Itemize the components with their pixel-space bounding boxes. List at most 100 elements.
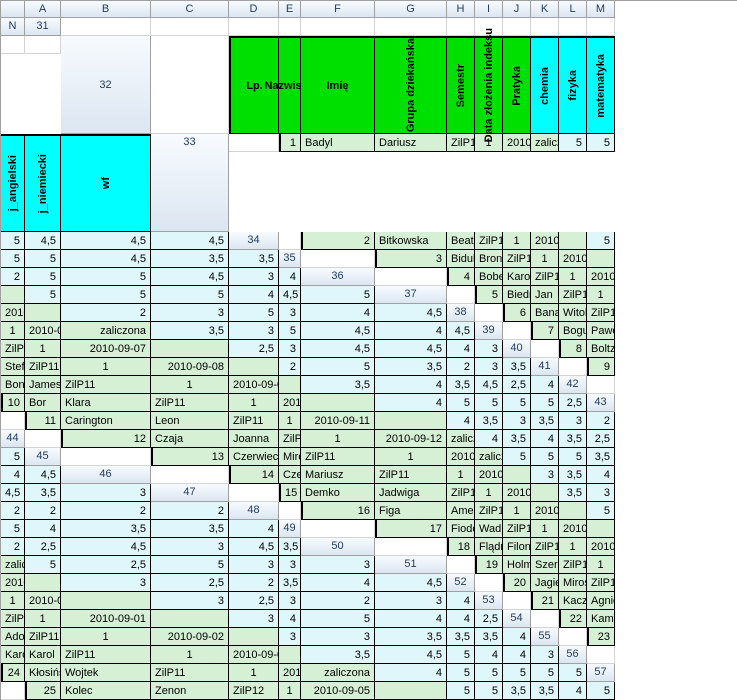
cell-jniem[interactable]: 3: [475, 358, 503, 376]
cell-jniem[interactable]: 3,5: [475, 628, 503, 646]
cell-fizyka[interactable]: 4,5: [375, 646, 447, 664]
row-header-45[interactable]: 45: [25, 448, 61, 466]
row-header-36[interactable]: 36: [301, 268, 375, 286]
cell-fizyka[interactable]: 3: [301, 628, 375, 646]
cell-lp[interactable]: 17: [375, 520, 447, 538]
cell-lp[interactable]: 7: [531, 322, 559, 340]
header-imie[interactable]: Imię: [301, 36, 375, 134]
cell-grupa[interactable]: ZilP11: [475, 232, 503, 250]
cell-data[interactable]: 2010-09-04: [587, 268, 615, 286]
cell-jniem[interactable]: 5: [531, 664, 559, 682]
cell-pratyka[interactable]: [503, 466, 531, 484]
cell-semestr[interactable]: 1: [1, 322, 25, 340]
cell-imie[interactable]: Zenon: [151, 682, 229, 700]
cell-lp[interactable]: 1: [279, 134, 301, 152]
cell-matematyka[interactable]: 3: [279, 592, 301, 610]
cell-imie[interactable]: Witold: [559, 304, 587, 322]
row-header-53[interactable]: 53: [475, 592, 503, 610]
cell-wf[interactable]: 4,5: [447, 322, 475, 340]
cell-imie[interactable]: Dariusz: [375, 134, 447, 152]
cell-matematyka[interactable]: 4: [25, 520, 61, 538]
cell-lp[interactable]: 16: [301, 502, 375, 520]
header-pratyka[interactable]: Pratyka: [503, 36, 531, 134]
cell-imie[interactable]: Jadwiga: [375, 484, 447, 502]
cell-matematyka[interactable]: 3: [503, 412, 531, 430]
row-header-38[interactable]: 38: [447, 304, 475, 322]
cell-imie[interactable]: Amelia: [447, 502, 475, 520]
cell[interactable]: [531, 18, 559, 36]
cell-matematyka[interactable]: 5: [279, 322, 301, 340]
cell-jniem[interactable]: 4,5: [61, 232, 151, 250]
cell-grupa[interactable]: ZilP11: [25, 628, 61, 646]
cell-fizyka[interactable]: 3: [587, 484, 615, 502]
cell[interactable]: [1, 412, 25, 430]
cell-jniem[interactable]: 4: [447, 610, 475, 628]
col-header-F[interactable]: F: [301, 1, 375, 18]
cell-nazwisko[interactable]: Carington: [61, 412, 151, 430]
cell-jniem[interactable]: 3,5: [151, 520, 229, 538]
cell-data[interactable]: 2010-09-03: [559, 250, 587, 268]
cell[interactable]: [229, 18, 279, 36]
cell-data[interactable]: 2010-09-09: [229, 376, 279, 394]
cell-nazwisko[interactable]: Bond: [1, 376, 25, 394]
cell-semestr[interactable]: 1: [531, 520, 559, 538]
cell-semestr[interactable]: 1: [475, 484, 503, 502]
cell-jang[interactable]: 4,5: [151, 268, 229, 286]
cell-data[interactable]: 2010-09-17: [559, 520, 587, 538]
cell-jniem[interactable]: 4: [503, 646, 531, 664]
cell-jang[interactable]: 4,5: [61, 250, 151, 268]
cell-data[interactable]: 2010-09-02: [531, 232, 559, 250]
cell-chemia[interactable]: 3: [229, 610, 279, 628]
cell-grupa[interactable]: ZilP11: [503, 250, 531, 268]
header-jniem[interactable]: j_niemiecki: [25, 134, 61, 232]
cell-matematyka[interactable]: 5: [301, 610, 375, 628]
cell[interactable]: [25, 430, 61, 448]
cell-semestr[interactable]: 1: [279, 412, 301, 430]
cell-grupa[interactable]: ZilP11: [587, 574, 615, 592]
cell-matematyka[interactable]: 5: [1, 232, 25, 250]
cell[interactable]: [1, 682, 25, 700]
cell-fizyka[interactable]: 4: [279, 610, 301, 628]
cell-wf[interactable]: 4: [229, 520, 279, 538]
cell-data[interactable]: 2010-09-01: [61, 610, 151, 628]
cell-jniem[interactable]: 4,5: [229, 538, 279, 556]
cell-matematyka[interactable]: 4,5: [61, 538, 151, 556]
cell[interactable]: [447, 286, 475, 304]
cell-wf[interactable]: 3: [301, 556, 375, 574]
cell-pratyka[interactable]: zaliczona: [531, 134, 559, 152]
cell-fizyka[interactable]: 5: [301, 358, 375, 376]
cell-chemia[interactable]: 2,5: [229, 340, 279, 358]
cell[interactable]: [229, 484, 279, 502]
cell-chemia[interactable]: 4: [375, 664, 447, 682]
cell-pratyka[interactable]: [61, 592, 151, 610]
cell-jniem[interactable]: 3: [279, 556, 301, 574]
cell-semestr[interactable]: 1: [1, 592, 25, 610]
cell-jniem[interactable]: 3: [375, 592, 447, 610]
cell-chemia[interactable]: 2: [61, 304, 151, 322]
cell-pratyka[interactable]: [25, 574, 61, 592]
cell-nazwisko[interactable]: Boguszewski: [559, 322, 587, 340]
cell[interactable]: [531, 610, 559, 628]
cell-imie[interactable]: Mirosław: [559, 574, 587, 592]
cell-chemia[interactable]: 3: [61, 574, 151, 592]
cell[interactable]: [151, 36, 229, 134]
cell-wf[interactable]: 3: [475, 340, 503, 358]
cell-jniem[interactable]: 2,5: [587, 430, 615, 448]
cell-pratyka[interactable]: [375, 682, 447, 700]
cell-matematyka[interactable]: 5: [151, 286, 229, 304]
cell-semestr[interactable]: 1: [587, 556, 615, 574]
cell-lp[interactable]: 10: [1, 394, 25, 412]
cell-fizyka[interactable]: 3,5: [503, 430, 531, 448]
col-header-E[interactable]: E: [279, 1, 301, 18]
cell-chemia[interactable]: 5: [559, 134, 587, 152]
cell-matematyka[interactable]: 5: [61, 268, 151, 286]
cell-imie[interactable]: Karol: [25, 646, 61, 664]
cell-semestr[interactable]: 1: [25, 610, 61, 628]
cell[interactable]: [587, 376, 615, 394]
row-header-34[interactable]: 34: [229, 232, 279, 250]
col-header-J[interactable]: J: [503, 1, 531, 18]
cell-chemia[interactable]: 5: [587, 502, 615, 520]
cell-semestr[interactable]: 1: [151, 376, 229, 394]
cell-semestr[interactable]: 1: [301, 430, 375, 448]
col-header-G[interactable]: G: [375, 1, 447, 18]
